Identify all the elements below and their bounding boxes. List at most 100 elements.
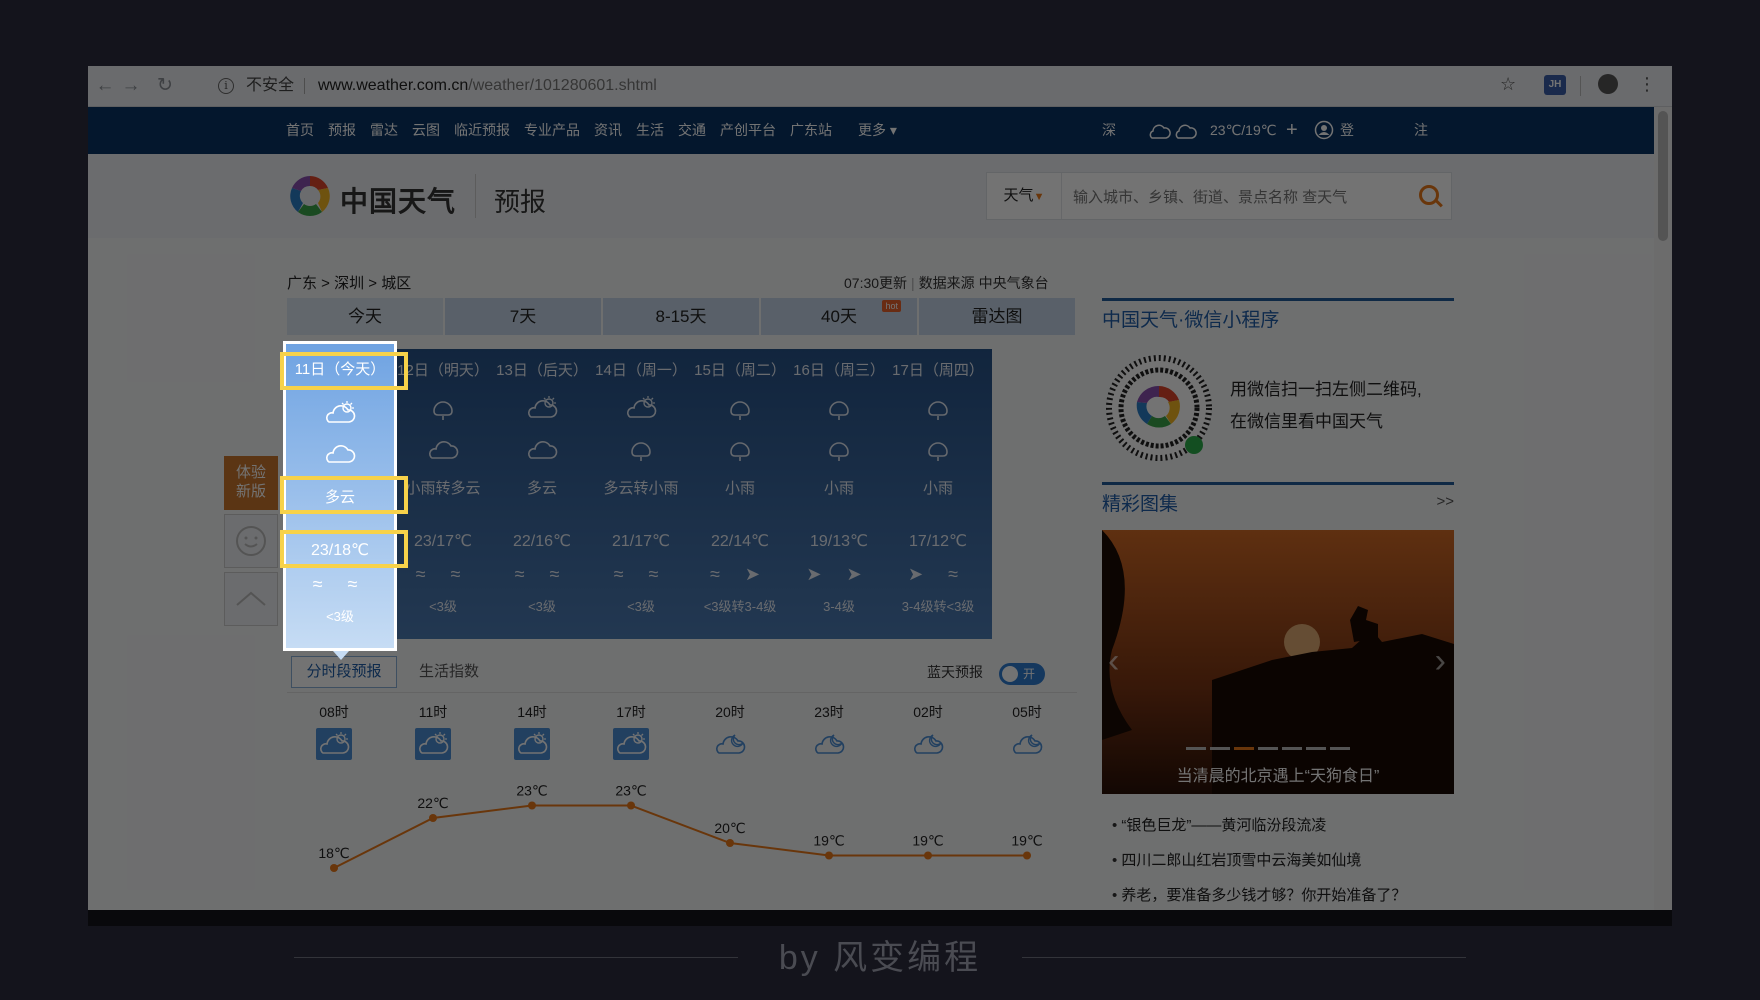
tab-life-index[interactable]: 生活指数: [419, 656, 479, 688]
bluesky-toggle[interactable]: 开: [999, 663, 1045, 685]
hour-time: 20时: [715, 704, 745, 720]
tab-label: 今天: [348, 307, 382, 326]
scrollbar[interactable]: [1654, 107, 1672, 910]
news-item[interactable]: 四川二郎山红岩顶雪中云海美如仙境: [1112, 843, 1406, 878]
mini-program-title[interactable]: 中国天气·微信小程序: [1102, 301, 1454, 341]
divider: [304, 78, 305, 94]
nav-item[interactable]: 广东站: [790, 107, 832, 154]
highlight-date: [280, 352, 408, 390]
chevron-left-icon[interactable]: ‹: [1108, 642, 1119, 681]
nav-item[interactable]: 交通: [678, 107, 706, 154]
day-temperature: 21/17℃: [611, 533, 670, 550]
nav-item[interactable]: 首页: [286, 107, 314, 154]
feedback-icon[interactable]: [224, 514, 278, 568]
tab-4[interactable]: 雷达图: [919, 298, 1075, 335]
gallery-photo[interactable]: ‹ › 当清晨的北京遇上“天狗食日”: [1102, 530, 1454, 794]
forward-icon[interactable]: →: [120, 75, 142, 97]
nav-weather-icons: [1149, 124, 1197, 139]
try-new-version-button[interactable]: 体验 新版: [224, 456, 278, 510]
nav-item[interactable]: 预报: [328, 107, 356, 154]
partly-cloudy-sun-icon: [624, 395, 658, 421]
nav-item[interactable]: 临近预报: [454, 107, 510, 154]
nav-item[interactable]: 专业产品: [524, 107, 580, 154]
window-bottom-strip: [88, 910, 1672, 926]
back-to-top-icon[interactable]: [224, 572, 278, 626]
back-icon[interactable]: ←: [94, 75, 116, 97]
news-item[interactable]: 养老，要准备多少钱才够？你开始准备了？: [1112, 878, 1406, 910]
cloud-icon: [323, 440, 357, 466]
menu-icon[interactable]: ⋮: [1638, 74, 1656, 95]
tab-1[interactable]: 7天: [445, 298, 601, 335]
address-bar[interactable]: i 不安全 www.weather.com.cn/weather/1012806…: [208, 71, 1528, 101]
tab-hourly-forecast[interactable]: 分时段预报: [291, 656, 397, 688]
news-item[interactable]: “银色巨龙”——黄河临汾段流凌: [1112, 808, 1406, 843]
day-temperature: 19/13℃: [809, 533, 868, 550]
tab-0[interactable]: 今天: [287, 298, 443, 335]
day-card[interactable]: 17日（周四） 小雨 17/12℃ ➤ ≈ 3-4级转<3级: [884, 349, 992, 639]
day-card[interactable]: 14日（周一） 多云转小雨 21/17℃ ≈ ≈ <3级: [587, 349, 695, 639]
page-title: 预报: [494, 187, 547, 217]
day-card[interactable]: 15日（周二） 小雨 22/14℃ ≈ ➤ <3级转3-4级: [686, 349, 794, 639]
hour-time: 02时: [913, 704, 943, 720]
account-icon[interactable]: [1598, 74, 1618, 94]
browser-toolbar: ← → ↻ i 不安全 www.weather.com.cn/weather/1…: [88, 66, 1672, 107]
gallery-title[interactable]: 精彩图集: [1102, 485, 1454, 525]
reload-icon[interactable]: ↻: [154, 75, 176, 97]
star-icon[interactable]: ☆: [1500, 74, 1516, 95]
hot-badge: hot: [882, 300, 901, 312]
add-city-icon[interactable]: +: [1286, 107, 1298, 154]
wind-icon: ➤ ➤: [806, 564, 872, 584]
nav-more[interactable]: 更多 ▾: [858, 107, 897, 154]
logo-icon[interactable]: [286, 172, 334, 220]
day-weather-desc: 多云: [526, 480, 557, 497]
photo-caption: 当清晨的北京遇上“天狗食日”: [1176, 768, 1380, 785]
hour-item: 11时: [403, 702, 463, 760]
url-path: /weather/101280601.shtml: [468, 77, 657, 94]
nav-item[interactable]: 雷达: [370, 107, 398, 154]
palace-roof-image: [1102, 530, 1454, 794]
user-icon: [1314, 120, 1334, 140]
divider: [475, 174, 476, 218]
day-card[interactable]: 13日（后天） 多云 22/16℃ ≈ ≈ <3级: [488, 349, 596, 639]
url-text[interactable]: www.weather.com.cn/weather/101280601.sht…: [318, 71, 657, 101]
nav-item[interactable]: 产创平台: [720, 107, 776, 154]
mini-program-text-line: 用微信扫一扫左侧二维码,: [1230, 380, 1422, 399]
hour-item: 02时: [898, 702, 958, 754]
hour-item: 14时: [502, 702, 562, 760]
temperature-point: [528, 801, 536, 810]
scrollbar-thumb[interactable]: [1658, 111, 1668, 241]
nav-item[interactable]: 云图: [412, 107, 440, 154]
wind-level: <3级转3-4级: [703, 599, 777, 614]
rain-icon: [426, 395, 460, 421]
nav-item[interactable]: 生活: [636, 107, 664, 154]
day-temperature: 22/16℃: [512, 533, 571, 550]
brand-name[interactable]: 中国天气: [340, 180, 456, 220]
mini-program-text: 用微信扫一扫左侧二维码, 在微信里看中国天气: [1230, 374, 1422, 438]
temperature-point: [1023, 851, 1031, 860]
tab-2[interactable]: 8-15天: [603, 298, 759, 335]
breadcrumb[interactable]: 广东 > 深圳 > 城区: [287, 272, 411, 293]
day-weather-desc: 小雨: [823, 480, 854, 497]
search-type-select[interactable]: 天气▼: [987, 173, 1062, 219]
search-input[interactable]: [1071, 183, 1395, 211]
nav-item[interactable]: 资讯: [594, 107, 622, 154]
chevron-right-icon[interactable]: ›: [1435, 642, 1446, 681]
rain-icon: [921, 395, 955, 421]
tab-label: 8-15天: [655, 307, 707, 326]
search-icon[interactable]: [1419, 185, 1439, 205]
gallery-header: 精彩图集 >>: [1102, 482, 1454, 525]
partly-cloudy-sun-icon: [514, 728, 550, 760]
cloud-icon: [525, 436, 559, 462]
extension-icon[interactable]: JH: [1544, 75, 1566, 95]
day-card[interactable]: 16日（周三） 小雨 19/13℃ ➤ ➤ 3-4级: [785, 349, 893, 639]
gallery-more-link[interactable]: >>: [1436, 482, 1454, 522]
tab-3[interactable]: 40天 hot: [761, 298, 917, 335]
temperature-point: [627, 801, 635, 810]
wind-level: <3级: [429, 599, 457, 614]
tab-label: 7天: [509, 307, 537, 326]
wind-level: 3-4级: [823, 599, 855, 614]
cloud-moon-icon: [910, 728, 946, 760]
search-type-label: 天气: [1003, 187, 1034, 204]
info-icon[interactable]: i: [218, 78, 234, 94]
day-weather-desc: 小雨: [724, 480, 755, 497]
